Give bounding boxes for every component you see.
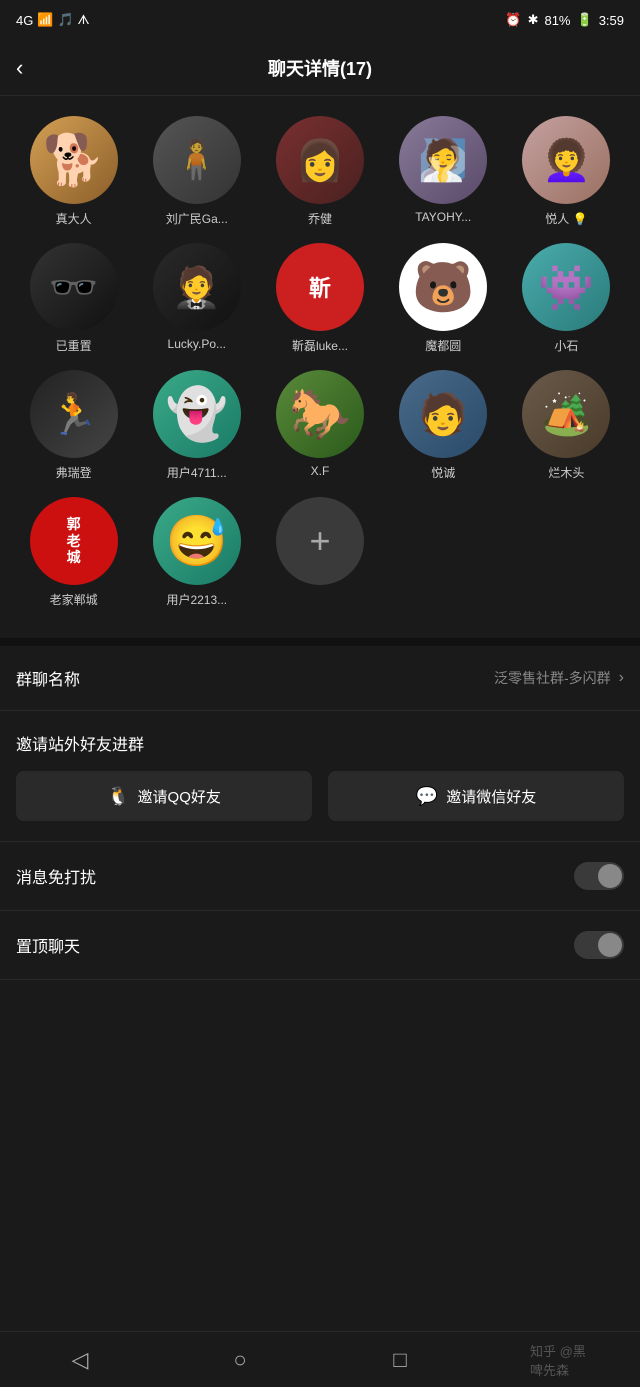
member-name: 悦诚 [431,464,455,481]
member-name: 已重置 [56,337,92,354]
member-name: Lucky.Po... [168,337,226,351]
add-member-button[interactable]: + [276,497,364,585]
avatar: 🧍 [153,116,241,204]
alarm-icon: ⏰ [505,12,521,28]
avatar: 🏃 [30,370,118,458]
member-name: 用户2213... [166,591,227,608]
member-item[interactable]: 🕶️ 已重置 [16,243,131,354]
members-grid: 🐕 真大人 🧍 刘广民Ga... 👩 乔健 🧖 TAYOHY... 👩‍🦱 [16,116,624,608]
member-name: 乔健 [308,210,332,227]
member-item[interactable]: 靳 靳磊luke... [262,243,377,354]
avatar: 🧖 [399,116,487,204]
invite-wechat-button[interactable]: 💬 邀请微信好友 [328,771,624,821]
member-item[interactable]: 🏕️ 烂木头 [509,370,624,481]
member-name: 小石 [554,337,578,354]
battery-icon: 🔋 [577,12,593,28]
group-name-label: 群聊名称 [16,666,80,690]
wechat-icon: 💬 [416,786,438,807]
member-name: X.F [311,464,330,478]
time: 3:59 [599,13,624,28]
chevron-right-icon: › [619,669,624,687]
add-member-item[interactable]: + [262,497,377,608]
invite-qq-button[interactable]: 🐧 邀请QQ好友 [16,771,312,821]
section-divider [0,638,640,646]
member-item[interactable]: 🐕 真大人 [16,116,131,227]
back-button[interactable]: ‹ [16,55,23,81]
status-left: 4G 📶 🎵 ᗑ [16,12,90,28]
toggle-knob [598,864,622,888]
wifi-icon: 📶 [37,12,53,28]
member-item[interactable]: 🧑 悦诚 [386,370,501,481]
watermark-label: 知乎 @黑啤先森 [530,1341,590,1379]
member-item[interactable]: 🐻 魔都圆 [386,243,501,354]
avatar: 😅 [153,497,241,585]
avatar: 👩‍🦱 [522,116,610,204]
member-name: 老家郸城 [50,591,98,608]
nav-zhihu-logo: 知乎 @黑啤先森 [530,1340,590,1380]
member-item[interactable]: 👻 用户4711... [139,370,254,481]
invite-buttons: 🐧 邀请QQ好友 💬 邀请微信好友 [16,771,624,821]
member-name: TAYOHY... [415,210,471,224]
toggle-knob [598,933,622,957]
member-item[interactable]: 🧖 TAYOHY... [386,116,501,227]
member-item[interactable]: 😅 用户2213... [139,497,254,608]
member-item[interactable]: 郭老城 老家郸城 [16,497,131,608]
avatar: 🐕 [30,116,118,204]
member-name: 弗瑞登 [56,464,92,481]
member-item[interactable]: 👩 乔健 [262,116,377,227]
member-name: 魔都圆 [425,337,461,354]
invite-qq-label: 邀请QQ好友 [138,786,221,807]
group-name-value: 泛零售社群-多闪群 › [494,668,624,688]
pin-chat-label: 置顶聊天 [16,933,80,957]
member-item[interactable]: 🧍 刘广民Ga... [139,116,254,227]
invite-section: 邀请站外好友进群 🐧 邀请QQ好友 💬 邀请微信好友 [0,711,640,842]
nav-back-button[interactable]: ◁ [50,1340,110,1380]
avatar: 🕶️ [30,243,118,331]
member-name: 烂木头 [548,464,584,481]
group-name-row[interactable]: 群聊名称 泛零售社群-多闪群 › [0,646,640,711]
avatar: 🐎 [276,370,364,458]
member-name: 刘广民Ga... [166,210,228,227]
do-not-disturb-toggle[interactable] [574,862,624,890]
invite-wechat-label: 邀请微信好友 [446,786,536,807]
page-title: 聊天详情(17) [268,55,372,81]
nav-home-button[interactable]: ○ [210,1340,270,1380]
member-item[interactable]: 🤵 Lucky.Po... [139,243,254,354]
member-item[interactable]: 🏃 弗瑞登 [16,370,131,481]
bottom-nav: ◁ ○ □ 知乎 @黑啤先森 [0,1331,640,1387]
extra-icons: 🎵 ᗑ [58,12,90,28]
status-right: ⏰ ✱ 81% 🔋 3:59 [505,12,624,28]
pin-chat-row[interactable]: 置顶聊天 [0,911,640,980]
avatar: 👾 [522,243,610,331]
nav-recent-button[interactable]: □ [370,1340,430,1380]
member-item[interactable]: 🐎 X.F [262,370,377,481]
member-item[interactable]: 👩‍🦱 悦人 💡 [509,116,624,227]
avatar: 👩 [276,116,364,204]
avatar: 🏕️ [522,370,610,458]
avatar: 🐻 [399,243,487,331]
pin-chat-toggle[interactable] [574,931,624,959]
member-name: 悦人 💡 [545,210,587,227]
group-name-text: 泛零售社群-多闪群 [494,668,611,688]
member-name: 真大人 [56,210,92,227]
header: ‹ 聊天详情(17) [0,40,640,96]
qq-icon: 🐧 [107,786,129,807]
status-bar: 4G 📶 🎵 ᗑ ⏰ ✱ 81% 🔋 3:59 [0,0,640,40]
do-not-disturb-label: 消息免打扰 [16,864,96,888]
member-item[interactable]: 👾 小石 [509,243,624,354]
settings-section: 群聊名称 泛零售社群-多闪群 › 邀请站外好友进群 🐧 邀请QQ好友 💬 邀请微… [0,646,640,980]
avatar: 🤵 [153,243,241,331]
battery-text: 81% [544,13,570,28]
do-not-disturb-row[interactable]: 消息免打扰 [0,842,640,911]
avatar: 靳 [276,243,364,331]
invite-title: 邀请站外好友进群 [16,731,624,755]
member-name: 靳磊luke... [292,337,348,354]
avatar: 👻 [153,370,241,458]
member-name: 用户4711... [167,464,227,481]
avatar: 🧑 [399,370,487,458]
members-section: 🐕 真大人 🧍 刘广民Ga... 👩 乔健 🧖 TAYOHY... 👩‍🦱 [0,96,640,618]
bluetooth-icon: ✱ [528,12,539,28]
avatar: 郭老城 [30,497,118,585]
signal-icon: 4G [16,13,33,28]
